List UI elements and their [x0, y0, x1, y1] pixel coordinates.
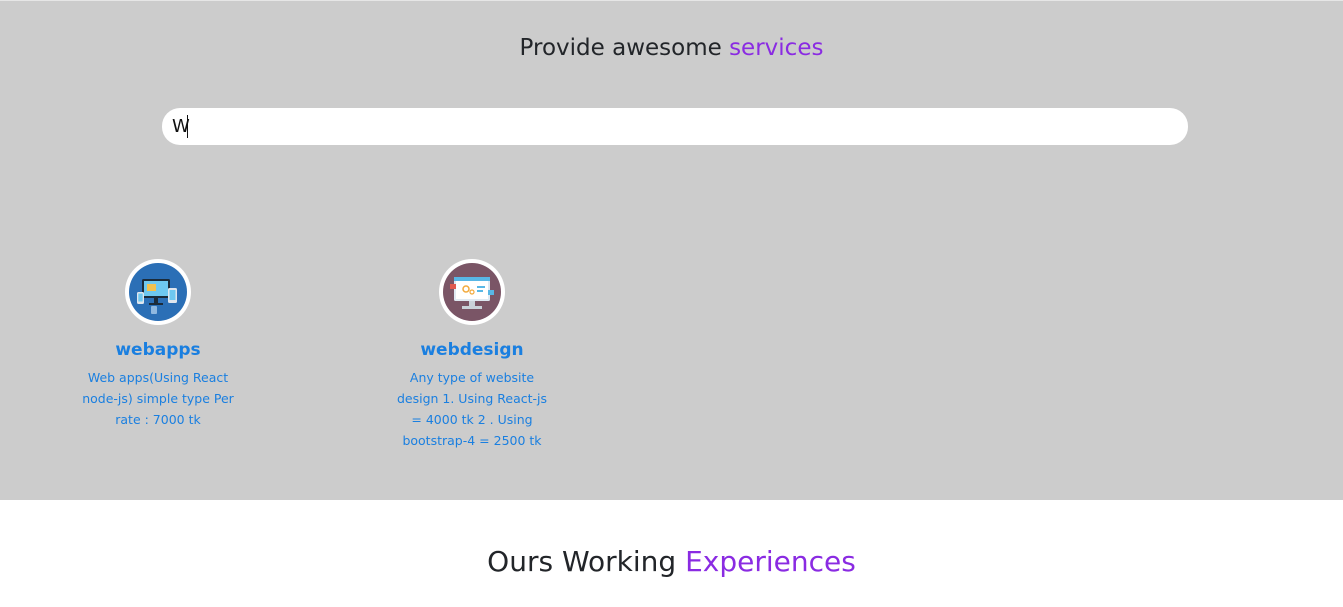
experiences-title-accent: Experiences [685, 545, 856, 578]
services-title: Provide awesome services [0, 32, 1343, 64]
service-search-input[interactable] [162, 108, 1188, 145]
service-card-title[interactable]: webapps [73, 339, 243, 361]
web-apps-devices-icon [125, 259, 191, 325]
experiences-title-prefix: Ours Working [487, 545, 677, 578]
service-card-description: Web apps(Using React node-js) simple typ… [82, 370, 234, 427]
service-card-description: Any type of website design 1. Using Reac… [396, 370, 548, 448]
service-card-webdesign[interactable]: webdesign Any type of website design 1. … [387, 259, 557, 451]
services-title-accent: services [729, 35, 824, 61]
service-card-title[interactable]: webdesign [387, 339, 557, 361]
services-section: Provide awesome services webapps Web app… [0, 0, 1343, 500]
services-title-prefix: Provide awesome [519, 35, 722, 61]
text-caret [187, 115, 188, 138]
experiences-title: Ours Working Experiences [0, 542, 1343, 582]
service-card-webapps[interactable]: webapps Web apps(Using React node-js) si… [73, 259, 243, 430]
web-design-monitor-icon [439, 259, 505, 325]
